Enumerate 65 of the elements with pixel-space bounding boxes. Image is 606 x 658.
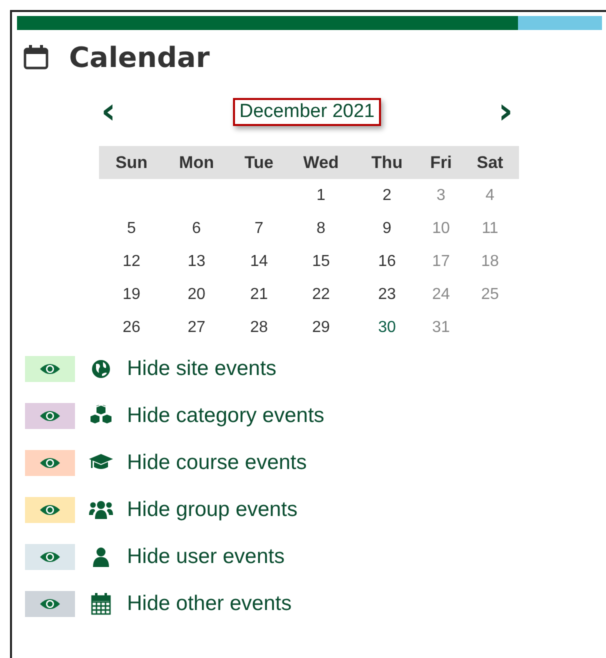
filter-label[interactable]: Hide other events (127, 592, 292, 616)
day-number[interactable]: 9 (382, 220, 392, 236)
day-number[interactable]: 18 (481, 252, 499, 270)
eye-icon (39, 456, 61, 470)
day-number[interactable]: 14 (250, 252, 268, 270)
day-number[interactable]: 2 (382, 186, 392, 204)
day-number[interactable]: 3 (436, 186, 446, 204)
day-number[interactable]: 6 (192, 220, 201, 236)
day-number[interactable]: 26 (122, 318, 140, 336)
day-number[interactable]: 4 (486, 186, 494, 204)
block-title: Calendar (69, 40, 210, 74)
day-number[interactable]: 19 (122, 286, 140, 302)
weekday-label: Wed (302, 152, 340, 172)
visibility-toggle[interactable] (25, 591, 75, 617)
weekday-label: Thu (370, 152, 404, 172)
weekday-label: Mon (178, 152, 215, 172)
weekday-label: Sun (114, 152, 149, 172)
month-title: December 2021 (233, 98, 381, 126)
eye-icon (39, 503, 61, 517)
day-number[interactable]: 25 (481, 286, 499, 302)
visibility-toggle[interactable] (25, 450, 75, 476)
weekday-label: Sat (476, 152, 504, 172)
day-number[interactable]: 23 (378, 286, 396, 302)
eye-icon (39, 597, 61, 611)
filter-label[interactable]: Hide user events (127, 545, 285, 569)
globe-icon (91, 359, 111, 379)
users-icon (89, 500, 113, 520)
eye-icon (39, 550, 61, 564)
eye-icon (39, 409, 61, 423)
day-number[interactable]: 29 (312, 318, 330, 336)
day-number[interactable]: 5 (127, 220, 136, 236)
filter-label[interactable]: Hide category events (127, 404, 324, 428)
filter-label[interactable]: Hide site events (127, 357, 276, 381)
day-number[interactable]: 21 (250, 286, 268, 302)
day-number[interactable]: 27 (188, 318, 206, 336)
visibility-toggle[interactable] (25, 356, 75, 382)
calendar-icon (91, 593, 111, 615)
weekday-label: Tue (244, 152, 274, 172)
day-number[interactable]: 11 (482, 220, 498, 236)
day-number[interactable]: 30 (378, 318, 396, 336)
day-number[interactable]: 15 (312, 252, 330, 270)
eye-icon (39, 362, 61, 376)
filter-label[interactable]: Hide group events (127, 498, 298, 522)
day-number[interactable]: 20 (188, 286, 206, 302)
weekday-label: Fri (429, 152, 453, 172)
visibility-toggle[interactable] (25, 544, 75, 570)
visibility-toggle[interactable] (25, 497, 75, 523)
day-number[interactable]: 31 (432, 318, 450, 336)
next-month-link[interactable]: › (494, 98, 517, 126)
day-number[interactable]: 22 (312, 286, 330, 302)
day-number[interactable]: 1 (316, 186, 326, 204)
day-number[interactable]: 24 (432, 286, 450, 302)
day-number[interactable]: 16 (378, 252, 396, 270)
day-number[interactable]: 17 (432, 252, 450, 270)
day-number[interactable]: 28 (250, 318, 268, 336)
day-number[interactable]: 10 (432, 220, 450, 236)
day-number[interactable]: 7 (254, 220, 264, 236)
day-number[interactable]: 8 (316, 220, 326, 236)
user-icon (93, 547, 109, 567)
day-number[interactable]: 13 (188, 252, 206, 270)
calendar-icon (23, 44, 49, 70)
visibility-toggle[interactable] (25, 403, 75, 429)
day-number[interactable]: 12 (122, 252, 140, 270)
filter-label[interactable]: Hide course events (127, 451, 307, 475)
previous-month-link[interactable]: ‹ (97, 98, 120, 126)
